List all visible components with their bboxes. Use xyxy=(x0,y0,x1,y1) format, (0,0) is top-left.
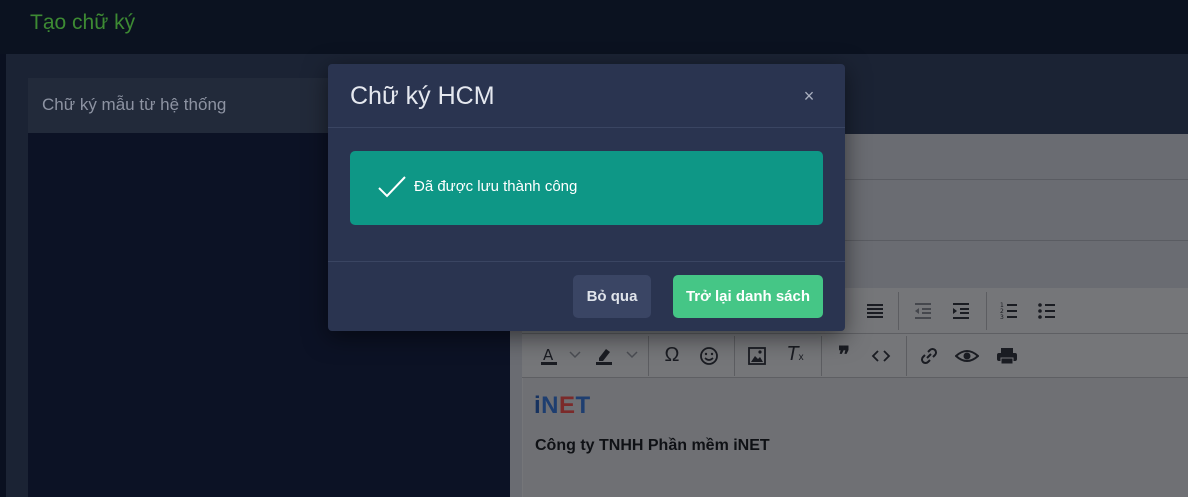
modal-footer-divider xyxy=(328,261,845,262)
modal-header-divider xyxy=(328,127,845,128)
svg-text:3: 3 xyxy=(1000,314,1004,321)
top-bar xyxy=(0,0,1188,54)
toolbar-separator xyxy=(906,336,907,376)
emoji-icon[interactable] xyxy=(696,346,722,370)
checkmark-icon xyxy=(377,175,407,204)
highlight-color-icon[interactable] xyxy=(591,346,617,370)
close-icon[interactable]: × xyxy=(800,86,818,107)
image-icon[interactable] xyxy=(744,346,770,370)
toolbar-separator xyxy=(734,336,735,376)
toolbar-separator xyxy=(898,292,899,330)
numbered-list-icon[interactable]: 123 xyxy=(996,301,1022,325)
toolbar-separator xyxy=(986,292,987,330)
chevron-down-icon[interactable] xyxy=(626,348,638,363)
company-name: Công ty TNHH Phần mềm iNET xyxy=(535,437,770,454)
inet-logo: iNET xyxy=(534,392,591,419)
outdent-icon[interactable] xyxy=(910,301,936,325)
indent-icon[interactable] xyxy=(948,301,974,325)
blockquote-icon[interactable]: ❞ xyxy=(831,344,857,366)
toolbar-separator xyxy=(821,336,822,376)
left-edge xyxy=(0,54,6,497)
page-title: Tạo chữ ký xyxy=(30,11,136,34)
text-color-icon[interactable]: A xyxy=(536,346,562,370)
clear-format-icon[interactable]: Tx xyxy=(782,344,808,368)
link-icon[interactable] xyxy=(916,346,942,370)
modal-title: Chữ ký HCM xyxy=(350,82,495,110)
back-to-list-button[interactable]: Trở lại danh sách xyxy=(673,275,823,318)
print-icon[interactable] xyxy=(994,346,1020,370)
align-justify-icon[interactable] xyxy=(862,301,888,325)
toolbar-separator xyxy=(648,336,649,376)
special-char-icon[interactable]: Ω xyxy=(659,345,685,365)
bulleted-list-icon[interactable] xyxy=(1034,301,1060,325)
preview-icon[interactable] xyxy=(954,346,980,370)
svg-text:A: A xyxy=(543,346,554,364)
code-icon[interactable] xyxy=(868,346,894,370)
skip-button[interactable]: Bỏ qua xyxy=(573,275,651,318)
success-message: Đã được lưu thành công xyxy=(414,178,578,195)
toolbar-divider xyxy=(522,333,1188,334)
template-card-title: Chữ ký mẫu từ hệ thống xyxy=(42,95,227,114)
chevron-down-icon[interactable] xyxy=(569,348,581,363)
